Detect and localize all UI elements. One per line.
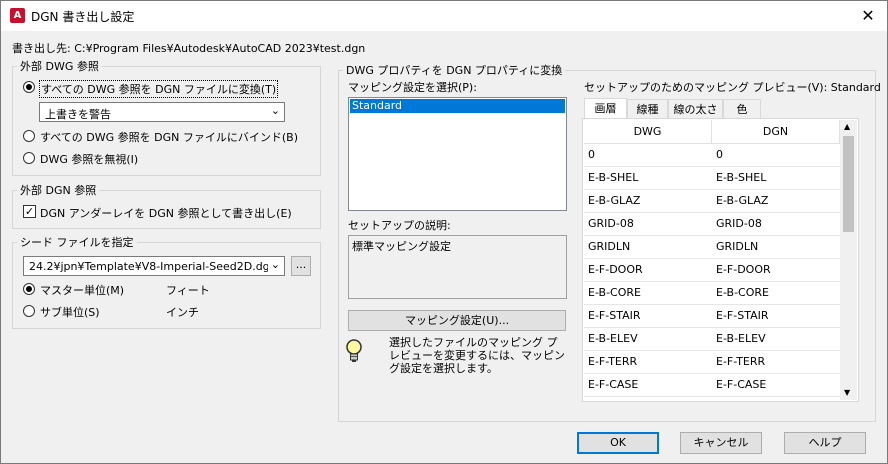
dgn-cell: E-F-TERR (716, 355, 766, 368)
lightbulb-icon (346, 339, 362, 362)
dwg-cell: E-F-TERR (588, 355, 638, 368)
table-row[interactable]: GRID-08 GRID-08 (584, 213, 840, 236)
convert-dwg-radio[interactable] (23, 81, 35, 93)
help-button[interactable]: ヘルプ (784, 432, 866, 454)
scroll-down-icon[interactable]: ▼ (844, 388, 850, 397)
dgn-cell: 0 (716, 148, 723, 161)
chevron-down-icon: ⌄ (270, 104, 280, 117)
chevron-down-icon: ⌄ (270, 258, 280, 271)
cancel-button[interactable]: キャンセル (680, 432, 762, 454)
setup-description-label: セットアップの説明: (348, 219, 451, 232)
mapping-hint-text: 選択したファイルのマッピング プレビューを変更するには、マッピング設定を選択しま… (389, 336, 565, 375)
seed-file-combo[interactable]: 24.2¥jpn¥Template¥V8-Imperial-Seed2D.dgn… (23, 256, 285, 276)
bind-dwg-label[interactable]: すべての DWG 参照を DGN ファイルにバインド(B) (40, 129, 298, 145)
scrollbar-thumb[interactable] (843, 136, 854, 232)
master-units-value: フィート (166, 284, 210, 297)
table-row[interactable]: 00 (584, 144, 840, 167)
tab-lineweight[interactable]: 線の太さ (668, 99, 723, 119)
table-row[interactable]: E-F-CASE E-F-CASE (584, 374, 840, 397)
dwg-cell: E-F-CASE (588, 378, 639, 391)
table-row[interactable]: E-B-ELEV E-B-ELEV (584, 328, 840, 351)
setup-description-box: 標準マッピング設定 (348, 235, 567, 299)
dgn-cell: E-B-CORE (716, 286, 769, 299)
dgn-cell: E-B-SHEL (716, 171, 767, 184)
external-dgn-legend: 外部 DGN 参照 (20, 184, 97, 197)
export-underlay-checkbox[interactable]: ✓ (23, 205, 36, 218)
sub-units-value: インチ (166, 306, 199, 319)
dwg-cell: E-B-GLAZ (588, 194, 641, 207)
column-header-dgn: DGN (712, 120, 840, 144)
table-row[interactable]: E-B-SHEL E-B-SHEL (584, 167, 840, 190)
scroll-up-icon[interactable]: ▲ (844, 122, 850, 131)
dgn-cell: E-F-DOOR (716, 263, 771, 276)
mapping-preview-label: セットアップのためのマッピング プレビュー(V): Standard (584, 81, 881, 94)
master-units-radio[interactable] (23, 283, 35, 295)
ignore-dwg-label[interactable]: DWG 参照を無視(I) (40, 151, 138, 167)
browse-seed-button[interactable]: ... (291, 256, 311, 276)
bind-dwg-radio[interactable] (23, 130, 35, 142)
ok-button[interactable]: OK (577, 432, 659, 454)
export-path-label: 書き出し先: C:¥Program Files¥Autodesk¥AutoCAD… (12, 42, 366, 55)
sub-units-radio[interactable] (23, 305, 35, 317)
table-row[interactable]: E-F-TERR E-F-TERR (584, 351, 840, 374)
dwg-cell: GRID-08 (588, 217, 634, 230)
dwg-cell: 0 (588, 148, 595, 161)
autocad-app-icon: A (10, 8, 25, 23)
ignore-dwg-radio[interactable] (23, 152, 35, 164)
dgn-cell: E-F-SILL (712, 397, 840, 401)
dwg-cell: E-B-CORE (588, 286, 641, 299)
overwrite-warning-combo[interactable]: 上書きを警告 ⌄ (39, 102, 285, 122)
dgn-cell: E-F-CASE (716, 378, 767, 391)
dgn-cell: E-F-STAIR (716, 309, 769, 322)
tab-linetype[interactable]: 線種 (627, 99, 668, 119)
close-icon[interactable]: ✕ (857, 5, 879, 27)
seed-file-legend: シード ファイルを指定 (20, 236, 134, 249)
external-dwg-legend: 外部 DWG 参照 (20, 60, 99, 73)
mapping-setup-button[interactable]: マッピング設定(U)... (348, 310, 566, 331)
dwg-cell: E-F-SILL (584, 397, 712, 401)
dwg-cell: E-B-ELEV (588, 332, 638, 345)
table-row[interactable]: GRIDLN GRIDLN (584, 236, 840, 259)
export-underlay-label[interactable]: DGN アンダーレイを DGN 参照として書き出し(E) (40, 205, 292, 221)
table-row[interactable]: E-F-SILLE-F-SILL (584, 397, 840, 401)
convert-properties-legend: DWG プロパティを DGN プロパティに変換 (346, 64, 563, 77)
dgn-cell: E-B-ELEV (716, 332, 766, 345)
dwg-cell: E-F-STAIR (588, 309, 641, 322)
column-header-dwg: DWG (584, 120, 712, 144)
tab-color[interactable]: 色 (723, 99, 761, 119)
mapping-preview-grid: DWG DGN 0 0 E-B-SHEL E-B-SHEL E-B-GLAZ E-B-GL… (582, 118, 859, 402)
vertical-scrollbar[interactable]: ▲ ▼ (840, 120, 857, 400)
sub-units-label[interactable]: サブ単位(S) (40, 304, 100, 320)
mapping-item-standard[interactable]: Standard (350, 99, 565, 113)
table-row[interactable]: E-F-STAIR E-F-STAIR (584, 305, 840, 328)
table-row[interactable]: E-F-DOOR E-F-DOOR (584, 259, 840, 282)
setup-description-text: 標準マッピング設定 (352, 240, 451, 253)
master-units-label[interactable]: マスター単位(M) (40, 282, 124, 298)
title-bar: A DGN 書き出し設定 ✕ (1, 1, 887, 31)
dgn-cell: GRIDLN (716, 240, 759, 253)
convert-dwg-label[interactable]: すべての DWG 参照を DGN ファイルに変換(T) (39, 80, 279, 98)
dgn-cell: GRID-08 (716, 217, 762, 230)
table-row[interactable]: E-B-GLAZ E-B-GLAZ (584, 190, 840, 213)
mapping-setup-list[interactable]: Standard (348, 97, 567, 211)
mapping-select-label: マッピング設定を選択(P): (348, 81, 477, 94)
dwg-cell: E-B-SHEL (588, 171, 639, 184)
overwrite-combo-value: 上書きを警告 (45, 108, 111, 121)
window-title: DGN 書き出し設定 (31, 10, 135, 24)
dwg-cell: E-F-DOOR (588, 263, 643, 276)
tab-layer[interactable]: 画層 (584, 98, 627, 120)
dwg-cell: GRIDLN (588, 240, 631, 253)
seed-file-path: 24.2¥jpn¥Template¥V8-Imperial-Seed2D.dgn (29, 260, 268, 273)
table-row[interactable]: E-B-CORE E-B-CORE (584, 282, 840, 305)
dgn-cell: E-B-GLAZ (716, 194, 769, 207)
